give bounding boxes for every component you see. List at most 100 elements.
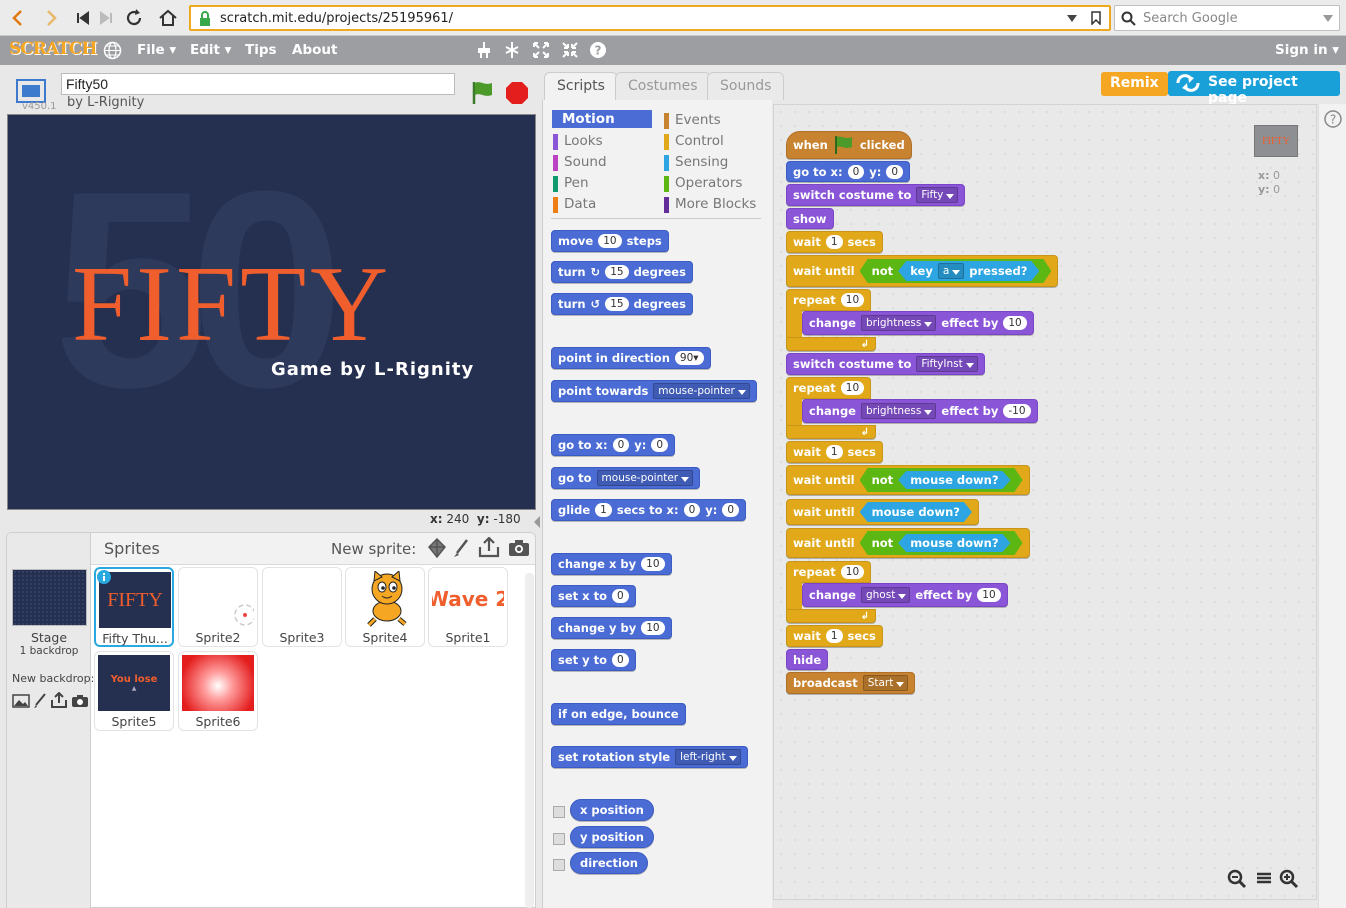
block-broadcast[interactable]: broadcast Start: [786, 672, 916, 694]
menu-file[interactable]: File ▾: [137, 42, 176, 58]
block-go-to-xy[interactable]: go to x: 0 y: 0: [551, 434, 676, 456]
fullscreen-icon[interactable]: [16, 79, 46, 103]
block-change-effect[interactable]: change brightness effect by 10: [802, 311, 1034, 335]
project-title-input[interactable]: [61, 73, 455, 95]
camera-sprite-icon[interactable]: [508, 539, 530, 557]
block-change-effect[interactable]: change ghost effect by 10: [802, 583, 1008, 607]
sprite-tile-fifty-thumbnail[interactable]: FIFTY Fifty Thu...: [94, 567, 174, 647]
reporter-x-position[interactable]: x position: [570, 799, 654, 821]
category-pen[interactable]: Pen: [553, 175, 589, 192]
sprite-library-icon[interactable]: [427, 538, 447, 558]
block-when-flag-clicked[interactable]: when clicked: [786, 131, 912, 159]
block-wait-until-key[interactable]: wait until not key a pressed?: [786, 255, 1059, 287]
info-icon[interactable]: [97, 570, 111, 584]
block-wait-until-not-mouse[interactable]: wait until not mouse down?: [786, 465, 1030, 495]
block-switch-costume[interactable]: switch costume to FiftyInst: [786, 353, 985, 375]
shrink-tool-icon[interactable]: [560, 40, 580, 60]
scratch-logo[interactable]: SCRATCH: [9, 39, 97, 59]
sprites-scrollbar[interactable]: [525, 573, 534, 908]
checkbox-y-position[interactable]: [553, 833, 565, 845]
sensing-mouse-down[interactable]: mouse down?: [898, 534, 1010, 552]
block-repeat[interactable]: repeat 10: [786, 289, 872, 311]
sensing-mouse-down[interactable]: mouse down?: [898, 471, 1010, 489]
tab-sounds[interactable]: Sounds: [707, 72, 785, 100]
sprite-tile-sprite3[interactable]: Sprite3: [262, 567, 342, 647]
stage-canvas[interactable]: 50 FIFTY Game by L-Rignity: [7, 114, 536, 510]
menu-about[interactable]: About: [292, 42, 337, 58]
block-change-effect[interactable]: change brightness effect by -10: [802, 399, 1038, 423]
back-icon[interactable]: [5, 5, 31, 31]
block-repeat[interactable]: repeat 10: [786, 561, 872, 583]
block-rotation-style[interactable]: set rotation style left-right: [551, 746, 748, 768]
block-change-y[interactable]: change y by 10: [551, 617, 672, 639]
script-area[interactable]: when clicked go to x: 0 y: 0 switch costume…: [773, 104, 1317, 900]
block-wait-until-not-mouse[interactable]: wait until not mouse down?: [786, 528, 1030, 558]
dropdown-icon[interactable]: [1323, 15, 1333, 23]
menu-edit[interactable]: Edit ▾: [190, 42, 231, 58]
block-go-to[interactable]: go to mouse-pointer: [551, 467, 701, 489]
upload-backdrop-icon[interactable]: [50, 692, 68, 709]
block-show[interactable]: show: [786, 208, 834, 229]
block-go-to-xy[interactable]: go to x: 0 y: 0: [786, 161, 911, 182]
grow-tool-icon[interactable]: [531, 40, 551, 60]
camera-backdrop-icon[interactable]: [71, 693, 89, 708]
block-point-in-direction[interactable]: point in direction 90▾: [551, 347, 711, 369]
home-icon[interactable]: [155, 5, 181, 31]
category-operators[interactable]: Operators: [664, 175, 742, 192]
menu-tips[interactable]: Tips: [245, 42, 277, 58]
sign-in-button[interactable]: Sign in ▾: [1275, 42, 1339, 58]
sprite-tile-sprite2[interactable]: Sprite2: [178, 567, 258, 647]
bookmark-icon[interactable]: [1091, 11, 1101, 25]
sprite-tile-sprite6[interactable]: Sprite6: [178, 651, 258, 731]
forward-icon[interactable]: [38, 5, 64, 31]
block-switch-costume[interactable]: switch costume to Fifty: [786, 184, 966, 206]
zoom-reset-icon[interactable]: [1255, 869, 1273, 887]
category-sound[interactable]: Sound: [553, 154, 607, 171]
block-wait-until-mouse[interactable]: wait until mouse down?: [786, 499, 979, 525]
block-set-y[interactable]: set y to 0: [551, 649, 636, 671]
block-repeat[interactable]: repeat 10: [786, 377, 872, 399]
category-events[interactable]: Events: [664, 112, 721, 129]
upload-sprite-icon[interactable]: [478, 537, 500, 558]
sensing-mouse-down[interactable]: mouse down?: [860, 502, 972, 522]
dropdown-icon[interactable]: [1067, 15, 1077, 23]
category-motion[interactable]: Motion: [552, 110, 652, 128]
operator-not[interactable]: not mouse down?: [860, 468, 1023, 492]
sprite-tile-sprite1[interactable]: Wave 2 Sprite1: [428, 567, 508, 647]
block-glide[interactable]: glide 1 secs to x: 0 y: 0: [551, 499, 747, 521]
remix-button[interactable]: Remix: [1101, 72, 1168, 96]
zoom-in-icon[interactable]: [1279, 869, 1299, 889]
globe-icon[interactable]: [103, 41, 122, 60]
sprite-tile-sprite4[interactable]: Sprite4: [345, 567, 425, 647]
reporter-direction[interactable]: direction: [570, 852, 648, 874]
see-project-page-button[interactable]: See project page: [1168, 71, 1340, 106]
block-wait[interactable]: wait 1 secs: [786, 231, 883, 253]
category-more-blocks[interactable]: More Blocks: [664, 196, 756, 213]
sprite-tile-sprite5[interactable]: You lose ▲ Sprite5: [94, 651, 174, 731]
stop-icon[interactable]: [505, 81, 529, 105]
search-input[interactable]: Search Google: [1114, 5, 1340, 31]
category-data[interactable]: Data: [553, 196, 596, 213]
category-looks[interactable]: Looks: [553, 133, 603, 150]
operator-not[interactable]: not mouse down?: [860, 531, 1023, 555]
block-turn-right[interactable]: turn ↻ 15 degrees: [551, 261, 693, 283]
reload-icon[interactable]: [121, 5, 147, 31]
checkbox-direction[interactable]: [553, 859, 565, 871]
tab-scripts[interactable]: Scripts: [544, 72, 618, 102]
block-wait[interactable]: wait 1 secs: [786, 625, 883, 647]
zoom-out-icon[interactable]: [1227, 869, 1247, 889]
help-icon[interactable]: ?: [1324, 110, 1342, 128]
paint-backdrop-icon[interactable]: [33, 693, 47, 709]
collapse-arrow-icon[interactable]: [532, 514, 542, 530]
last-page-icon[interactable]: [93, 5, 119, 31]
paint-sprite-icon[interactable]: [453, 538, 469, 558]
block-hide[interactable]: hide: [786, 649, 829, 670]
checkbox-x-position[interactable]: [553, 806, 565, 818]
block-bounce[interactable]: if on edge, bounce: [551, 703, 686, 725]
category-control[interactable]: Control: [664, 133, 724, 150]
url-bar[interactable]: scratch.mit.edu/projects/25195961/: [189, 5, 1111, 31]
green-flag-icon[interactable]: [470, 80, 496, 106]
block-move-steps[interactable]: move 10 steps: [551, 230, 669, 252]
backdrop-library-icon[interactable]: [12, 693, 30, 709]
block-change-x[interactable]: change x by 10: [551, 553, 672, 575]
